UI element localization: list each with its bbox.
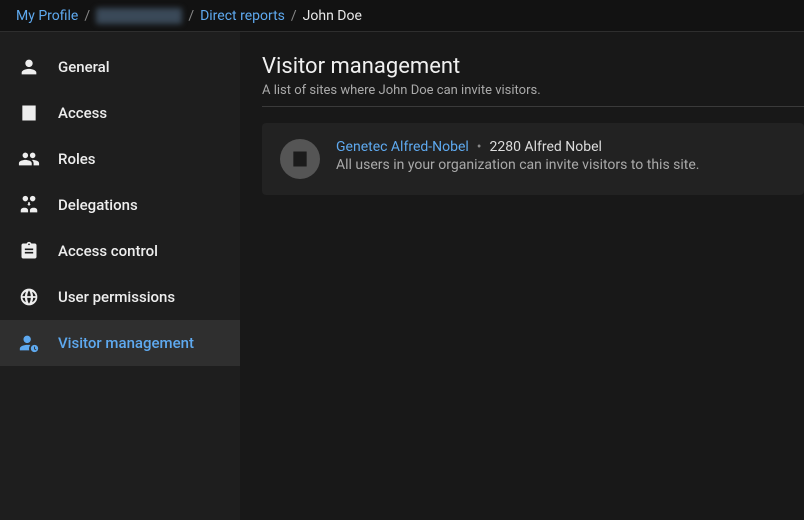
clipboard-icon: [18, 240, 40, 262]
sidebar-item-label: General: [58, 58, 110, 76]
sidebar-item-label: User permissions: [58, 288, 175, 306]
breadcrumb-link-directreports[interactable]: Direct reports: [200, 8, 285, 24]
site-info: Genetec Alfred-Nobel • 2280 Alfred Nobel…: [336, 139, 786, 173]
sidebar-item-user-permissions[interactable]: User permissions: [0, 274, 240, 320]
sidebar-item-label: Delegations: [58, 196, 138, 214]
breadcrumb-sep: /: [188, 8, 194, 24]
person-icon: [18, 56, 40, 78]
page-subtitle: A list of sites where John Doe can invit…: [262, 83, 804, 107]
sidebar: General Access Roles Delegations Access: [0, 32, 240, 520]
site-address: 2280 Alfred Nobel: [490, 139, 602, 155]
site-separator: •: [477, 139, 482, 155]
globe-icon: [18, 286, 40, 308]
handoff-icon: [18, 194, 40, 216]
page-title: Visitor management: [262, 54, 804, 79]
building-icon: [18, 102, 40, 124]
breadcrumb-current: John Doe: [303, 8, 362, 24]
breadcrumb: My Profile / blurred name / Direct repor…: [0, 0, 804, 32]
sidebar-item-delegations[interactable]: Delegations: [0, 182, 240, 228]
site-building-icon: [280, 139, 320, 179]
site-description: All users in your organization can invit…: [336, 157, 786, 173]
sidebar-item-label: Roles: [58, 150, 96, 168]
sidebar-item-access-control[interactable]: Access control: [0, 228, 240, 274]
breadcrumb-link-redacted[interactable]: blurred name: [96, 8, 182, 24]
sidebar-item-access[interactable]: Access: [0, 90, 240, 136]
breadcrumb-sep: /: [291, 8, 297, 24]
site-card: Genetec Alfred-Nobel • 2280 Alfred Nobel…: [262, 123, 804, 195]
sidebar-item-visitor-management[interactable]: Visitor management: [0, 320, 240, 366]
sidebar-item-roles[interactable]: Roles: [0, 136, 240, 182]
main-content: Visitor management A list of sites where…: [240, 32, 804, 520]
person-clock-icon: [18, 332, 40, 354]
breadcrumb-sep: /: [84, 8, 90, 24]
breadcrumb-link-myprofile[interactable]: My Profile: [16, 8, 78, 24]
sidebar-item-general[interactable]: General: [0, 44, 240, 90]
site-name-link[interactable]: Genetec Alfred-Nobel: [336, 139, 469, 155]
sidebar-item-label: Access: [58, 104, 107, 122]
sidebar-item-label: Visitor management: [58, 334, 194, 352]
sidebar-item-label: Access control: [58, 242, 158, 260]
people-icon: [18, 148, 40, 170]
